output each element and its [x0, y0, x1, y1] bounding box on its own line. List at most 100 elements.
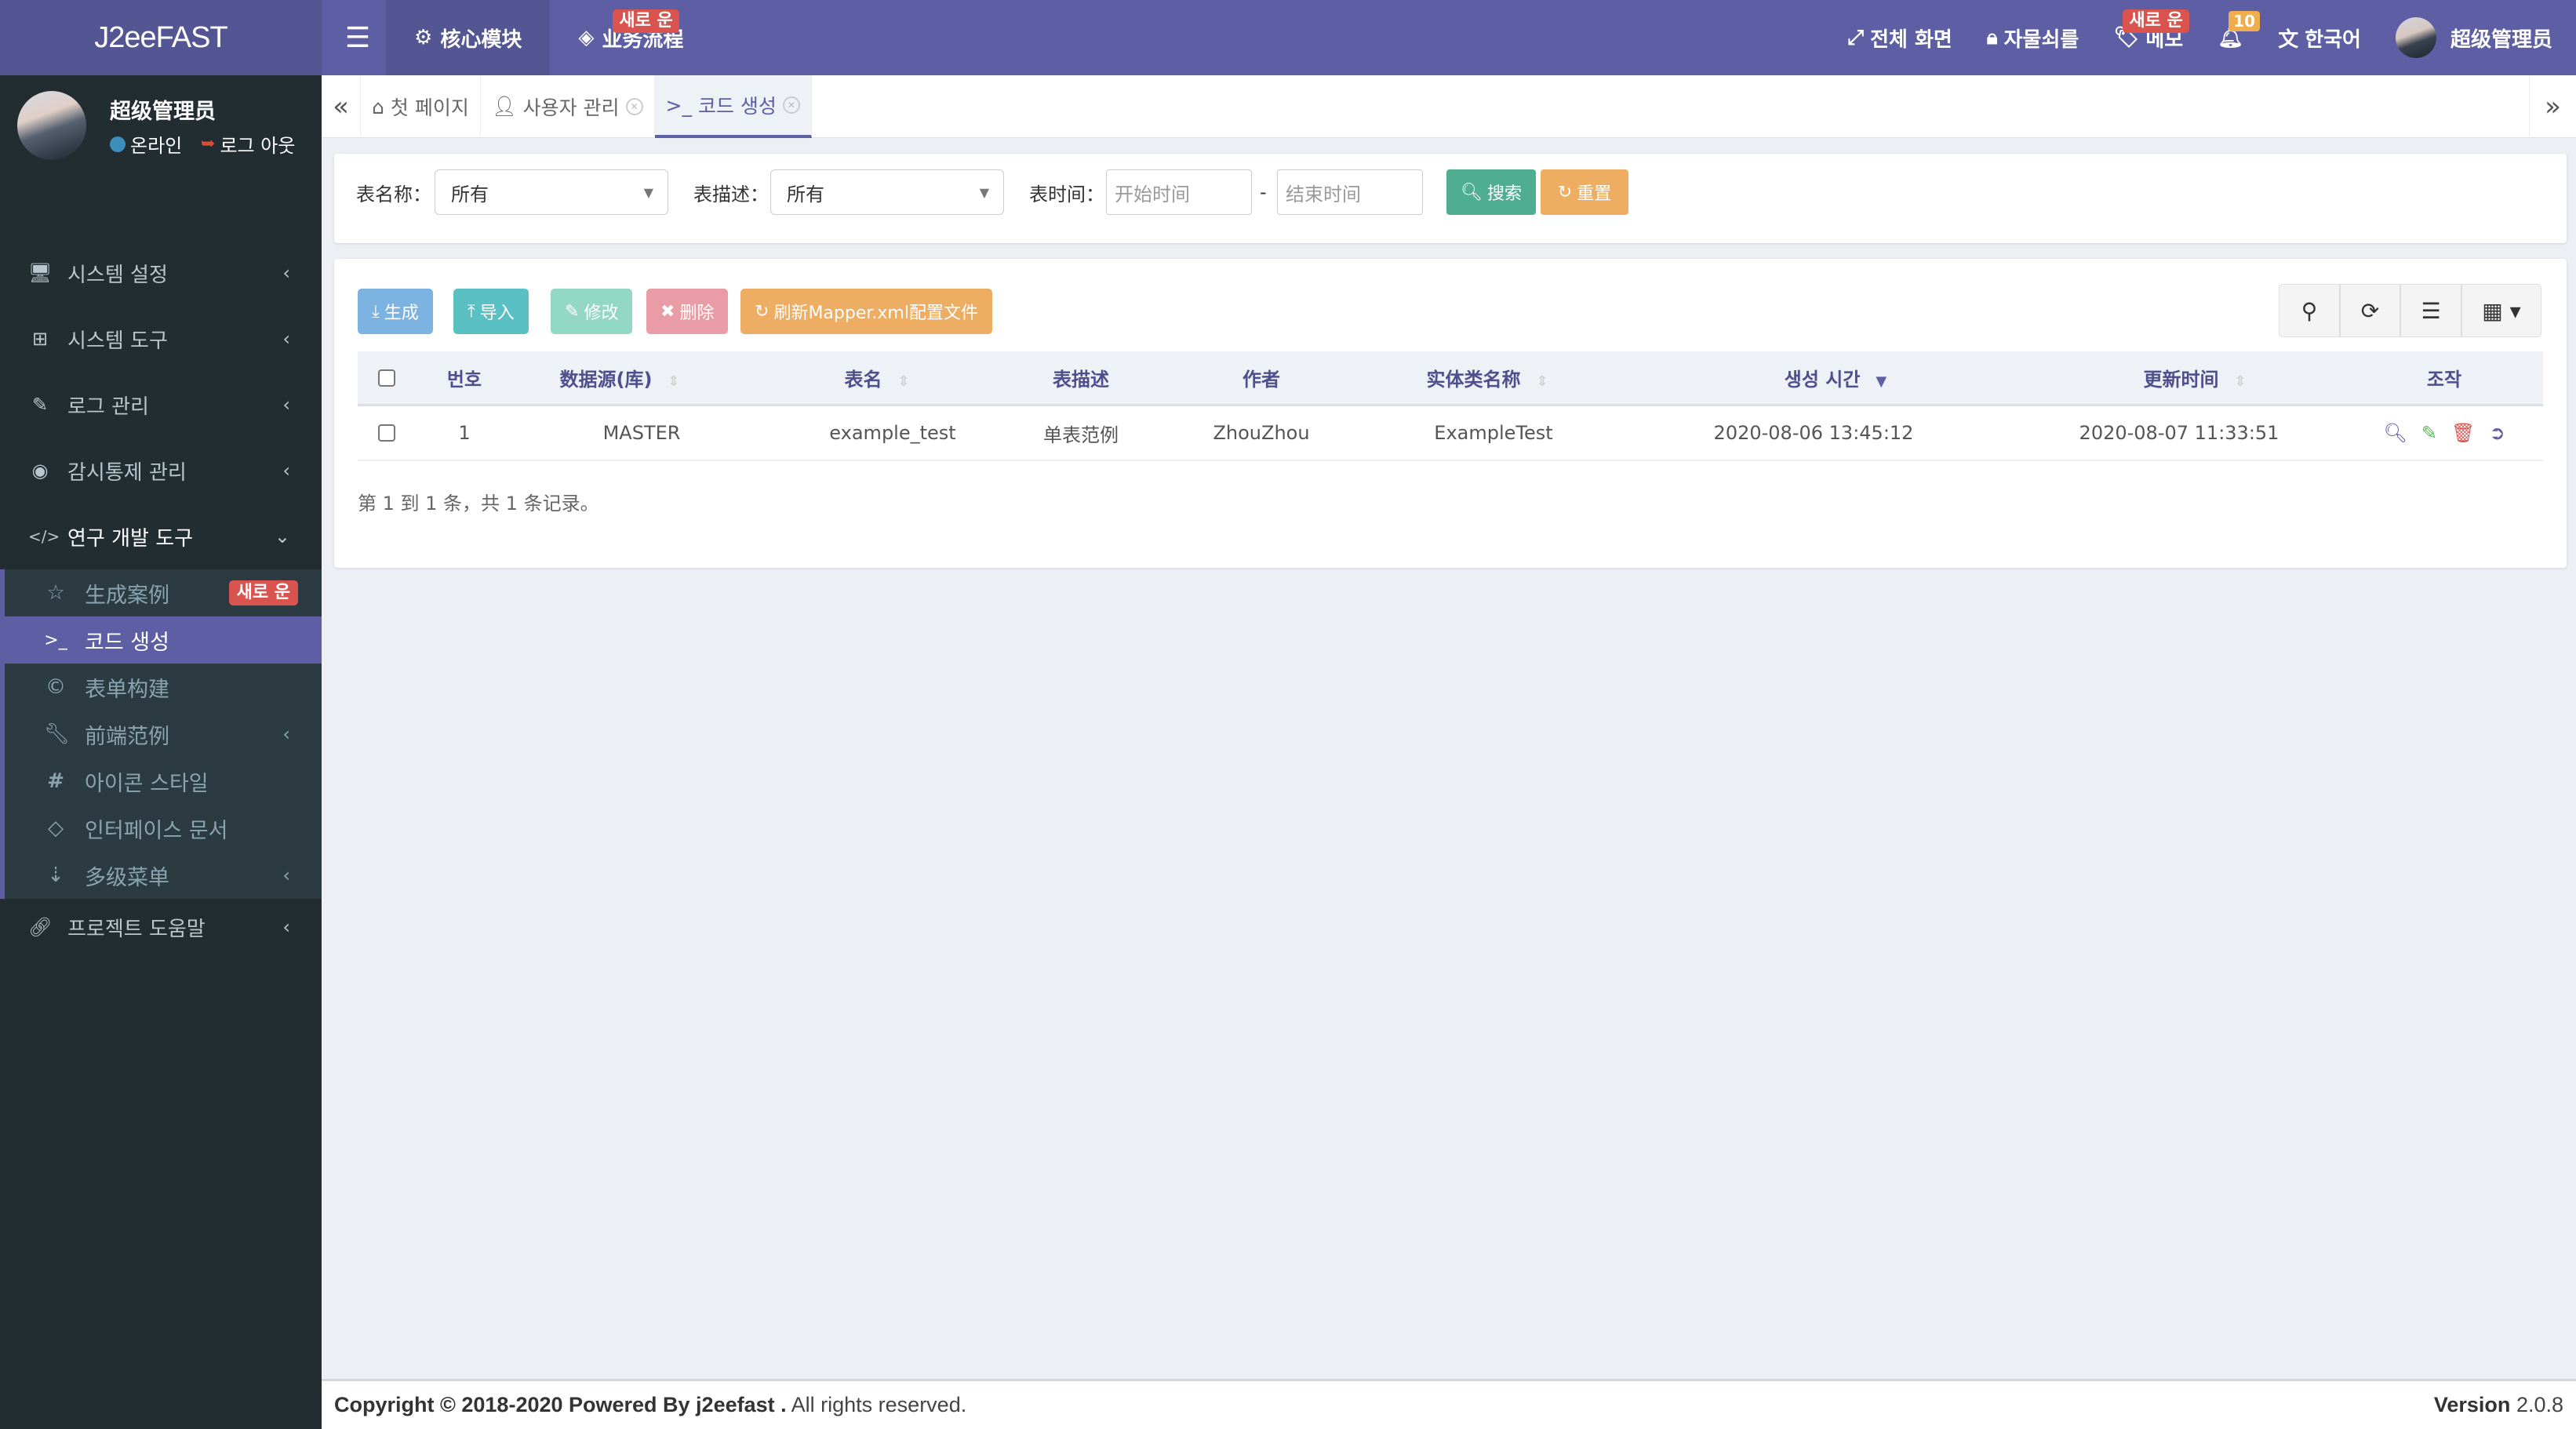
sidebar-item-label: 인터페이스 문서	[85, 818, 228, 843]
logout-link[interactable]: ➥ 로그 아웃	[201, 130, 295, 158]
sidebar-item-monitoring[interactable]: ◉ 감시통제 관리 ‹	[0, 438, 322, 504]
new-badge: 새로 운	[228, 580, 298, 606]
columns-button[interactable]: ▦ ▾	[2461, 284, 2541, 337]
refresh-icon: ↻	[1557, 182, 1573, 202]
table-desc-select[interactable]: 所有 ▼	[770, 169, 1004, 215]
tab-code-generation[interactable]: >_ 코드 생성 ✕	[654, 75, 812, 138]
delete-button[interactable]: ✖ 删除	[646, 289, 729, 334]
refresh-table-button[interactable]: ⟳	[2340, 284, 2400, 337]
toggle-view-button[interactable]: ☰	[2400, 284, 2461, 337]
start-time-input[interactable]: 开始时间	[1106, 169, 1252, 215]
sidebar-item-form-builder[interactable]: © 表单构建	[5, 664, 322, 711]
module-core[interactable]: ⚙ 核心模块	[386, 0, 551, 75]
code-icon: </>	[28, 527, 60, 546]
sidebar-item-code-generation[interactable]: >_ 코드 생성	[0, 616, 322, 664]
page-tabs: ⌂ 첫 페이지 👤︎ 사용자 관리 ✕ >_ 코드 생성 ✕	[361, 75, 812, 138]
list-alt-icon: ☰	[2421, 297, 2441, 324]
language-button[interactable]: 文 한국어	[2261, 0, 2378, 75]
chevron-left-icon: ‹	[282, 460, 290, 482]
sidebar-toggle-button[interactable]: ☰	[329, 0, 386, 75]
toggle-search-button[interactable]: ⚲	[2279, 284, 2340, 337]
table-name-select[interactable]: 所有 ▼	[435, 169, 668, 215]
tab-home[interactable]: ⌂ 첫 페이지	[361, 75, 481, 138]
sort-icon: ⇕	[2234, 373, 2247, 390]
th-icon: ▦ ▾	[2482, 297, 2521, 324]
chevron-circle-right-icon[interactable]: ➲	[2489, 422, 2505, 444]
col-created-label: 생성 시간	[1784, 369, 1861, 391]
copyright-icon: ©	[45, 675, 66, 699]
reset-button[interactable]: ↻ 重置	[1541, 169, 1628, 215]
sidebar-item-label: 生成案例	[85, 583, 169, 608]
double-chevron-right-icon: »	[2545, 91, 2561, 122]
table-header: 번호 数据源(库) ⇕ 表名 ⇕ 表描述 作者 实体类名称 ⇕ 생성 시간 ▼ 更新时间…	[358, 351, 2543, 406]
import-button[interactable]: ⤒ 导入	[453, 289, 529, 334]
sidebar-item-label: 코드 생성	[85, 630, 169, 655]
edit-button[interactable]: ✎ 修改	[551, 289, 633, 334]
sort-icon: ⇕	[897, 373, 910, 390]
col-datasource[interactable]: 数据源(库) ⇕	[559, 364, 679, 391]
edit-icon[interactable]: ✎	[2421, 422, 2437, 444]
chevron-left-icon: ‹	[282, 262, 290, 284]
tab-scroll-left-button[interactable]: «	[322, 75, 361, 138]
cell-table-desc: 单表范例	[1043, 424, 1119, 446]
col-created[interactable]: 생성 시간 ▼	[1785, 364, 1887, 391]
memo-button[interactable]: 🏷︎ 메모 새로 운	[2096, 0, 2200, 75]
user-menu-button[interactable]: 超级管理员	[2378, 0, 2576, 75]
sidebar-item-system-settings[interactable]: 🖥︎ 시스템 설정 ‹	[0, 240, 322, 306]
sidebar-item-icon-style[interactable]: # 아이콘 스타일	[5, 758, 322, 805]
search-button[interactable]: 🔍︎ 搜索	[1446, 169, 1536, 215]
user-name: 超级管理员	[110, 100, 216, 124]
online-dot-icon	[110, 136, 126, 152]
row-checkbox[interactable]	[378, 424, 395, 442]
app-logo[interactable]: J2eeFAST	[0, 0, 322, 75]
sidebar-item-multilevel-menu[interactable]: ⇣ 多级菜单 ‹	[5, 852, 322, 899]
col-updated[interactable]: 更新时间 ⇕	[2143, 364, 2246, 391]
sidebar-item-dev-tools[interactable]: </> 연구 개발 도구 ⌄	[0, 504, 322, 569]
search-button-label: 搜索	[1486, 184, 1522, 204]
sidebar-item-log-management[interactable]: ✎ 로그 관리 ‹	[0, 372, 322, 438]
terminal-icon: >_	[665, 93, 692, 117]
tab-scroll-right-button[interactable]: »	[2529, 75, 2576, 138]
module-nav: ⚙ 核心模块 ◈ 业务流程 새로 운	[386, 0, 711, 75]
user-avatar-header	[2395, 17, 2436, 58]
tab-close-icon[interactable]: ✕	[782, 96, 800, 114]
fullscreen-button[interactable]: ⤢ 전체 화면	[1830, 0, 1970, 75]
tab-user-management[interactable]: 👤︎ 사용자 관리 ✕	[481, 75, 655, 138]
version-label: Version	[2433, 1393, 2511, 1416]
copyright-bold: Copyright © 2018-2020 Powered By j2eefas…	[334, 1393, 787, 1416]
col-author: 作者	[1243, 369, 1280, 391]
sidebar-item-project-help[interactable]: 🔗︎ 프로젝트 도움말 ‹	[0, 899, 322, 955]
module-business-flow[interactable]: ◈ 业务流程 새로 운	[550, 0, 711, 75]
col-entity-label: 实体类名称	[1426, 369, 1521, 391]
caret-down-icon: ▼	[979, 184, 989, 200]
edit-button-label: 修改	[584, 304, 619, 323]
col-table-name[interactable]: 表名 ⇕	[844, 364, 909, 391]
sidebar-item-label: 前端范例	[85, 724, 169, 749]
windows-icon: ⊞	[31, 328, 49, 350]
version: Version 2.0.8	[2434, 1393, 2563, 1417]
desktop-icon: 🖥︎	[28, 262, 53, 284]
refresh-mapper-button[interactable]: ↻ 刷新Mapper.xml配置文件	[740, 289, 992, 334]
table-panel: ⤓ 生成 ⤒ 导入 ✎ 修改 ✖ 删除 ↻ 刷新Mapper.xml配置文件 ⚲…	[334, 259, 2567, 568]
sidebar-item-label: 아이콘 스타일	[85, 771, 209, 796]
sidebar-item-frontend-examples[interactable]: 🔧︎ 前端范例 ‹	[5, 711, 322, 758]
sign-out-icon: ➥	[201, 134, 216, 154]
tab-close-icon[interactable]: ✕	[625, 98, 643, 115]
lock-screen-button[interactable]: 🔒︎ 자물쇠를	[1970, 0, 2097, 75]
notification-button[interactable]: 🔔︎ 10	[2200, 0, 2261, 75]
sidebar-item-generate-example[interactable]: ☆ 生成案例 새로 운	[5, 569, 322, 616]
select-all-checkbox[interactable]	[378, 369, 395, 387]
sidebar-item-label: 연구 개발 도구	[67, 526, 194, 551]
edit-icon: ✎	[565, 301, 580, 322]
search-panel: 表名称： 所有 ▼ 表描述： 所有 ▼ 表时间： 开始时间 - 结束时间 🔍︎ …	[334, 154, 2567, 243]
home-icon: ⌂	[372, 95, 384, 118]
notification-count-badge: 10	[2229, 11, 2261, 31]
trash-icon[interactable]: 🗑︎	[2451, 422, 2475, 444]
view-icon[interactable]: 🔍︎	[2383, 422, 2407, 444]
generate-button[interactable]: ⤓ 生成	[358, 289, 433, 334]
gg-icon: ◇	[48, 816, 64, 840]
sidebar-item-system-tools[interactable]: ⊞ 시스템 도구 ‹	[0, 306, 322, 372]
sidebar-item-api-docs[interactable]: ◇ 인터페이스 문서	[5, 805, 322, 852]
end-time-input[interactable]: 结束时间	[1277, 169, 1423, 215]
col-entity[interactable]: 实体类名称 ⇕	[1426, 364, 1548, 391]
